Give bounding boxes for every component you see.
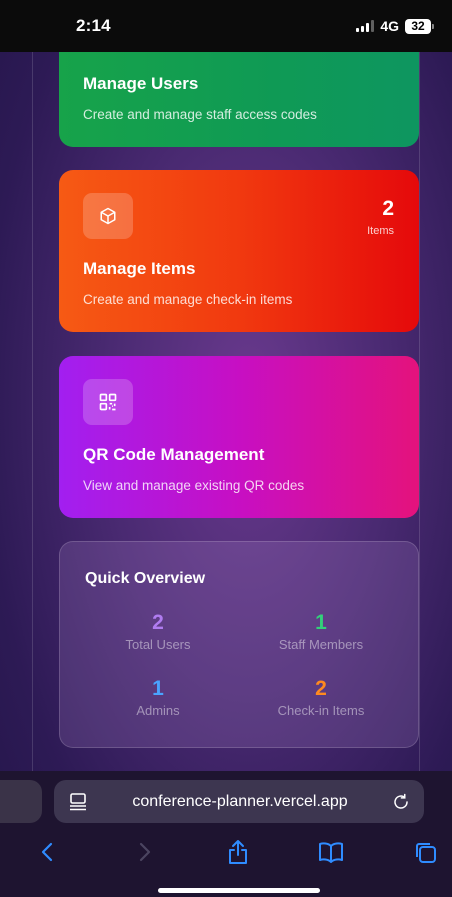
status-indicators: 4G 32 — [356, 18, 434, 34]
overview-total-users: 2 Total Users — [83, 611, 233, 652]
share-icon[interactable] — [223, 837, 253, 867]
overview-check-in-items: 2 Check-in Items — [246, 677, 396, 718]
total-users-label: Total Users — [125, 637, 191, 652]
tabs-icon[interactable] — [410, 837, 440, 867]
staff-members-value: 1 — [315, 611, 327, 634]
address-bar[interactable]: conference-planner.vercel.app — [54, 780, 424, 823]
admins-label: Admins — [136, 703, 180, 718]
staff-members-label: Staff Members — [278, 637, 364, 652]
manage-users-title: Manage Users — [83, 74, 199, 93]
signal-icon — [356, 20, 375, 32]
qr-code-icon — [83, 379, 133, 425]
reload-icon[interactable] — [392, 793, 410, 811]
browser-bottom-bar: conference-planner.vercel.app — [0, 771, 452, 897]
manage-users-description: Create and manage staff access codes — [83, 107, 317, 122]
status-bar: 2:14 4G 32 — [0, 0, 452, 52]
manage-items-title: Manage Items — [83, 259, 196, 278]
battery-icon: 32 — [405, 18, 434, 34]
forward-icon[interactable] — [130, 837, 160, 867]
back-icon[interactable] — [32, 837, 62, 867]
check-in-items-label: Check-in Items — [277, 703, 365, 718]
total-users-value: 2 — [152, 611, 164, 634]
qr-management-card[interactable]: QR Code Management View and manage exist… — [59, 356, 419, 518]
url-text[interactable]: conference-planner.vercel.app — [88, 793, 392, 811]
box-icon — [83, 193, 133, 239]
overview-admins: 1 Admins — [83, 677, 233, 718]
status-time: 2:14 — [76, 16, 111, 35]
quick-overview-title: Quick Overview — [85, 570, 206, 587]
quick-overview-panel: Quick Overview 2 Total Users 1 Staff Mem… — [59, 541, 419, 748]
manage-items-description: Create and manage check-in items — [83, 292, 293, 307]
overview-staff-members: 1 Staff Members — [246, 611, 396, 652]
admins-value: 1 — [152, 677, 164, 700]
page-menu-icon[interactable] — [68, 792, 88, 811]
battery-level: 32 — [405, 18, 431, 34]
qr-management-description: View and manage existing QR codes — [83, 478, 305, 493]
qr-management-title: QR Code Management — [83, 445, 265, 464]
home-indicator[interactable] — [158, 888, 320, 893]
items-count: 2 — [382, 197, 394, 220]
network-type: 4G — [380, 18, 399, 34]
previous-tab-preview[interactable] — [0, 780, 42, 823]
browser-toolbar — [0, 829, 452, 869]
check-in-items-value: 2 — [315, 677, 327, 700]
items-count-label: Items — [367, 225, 394, 237]
bookmarks-icon[interactable] — [316, 837, 346, 867]
manage-items-card[interactable]: 2 Items Manage Items Create and manage c… — [59, 170, 419, 332]
